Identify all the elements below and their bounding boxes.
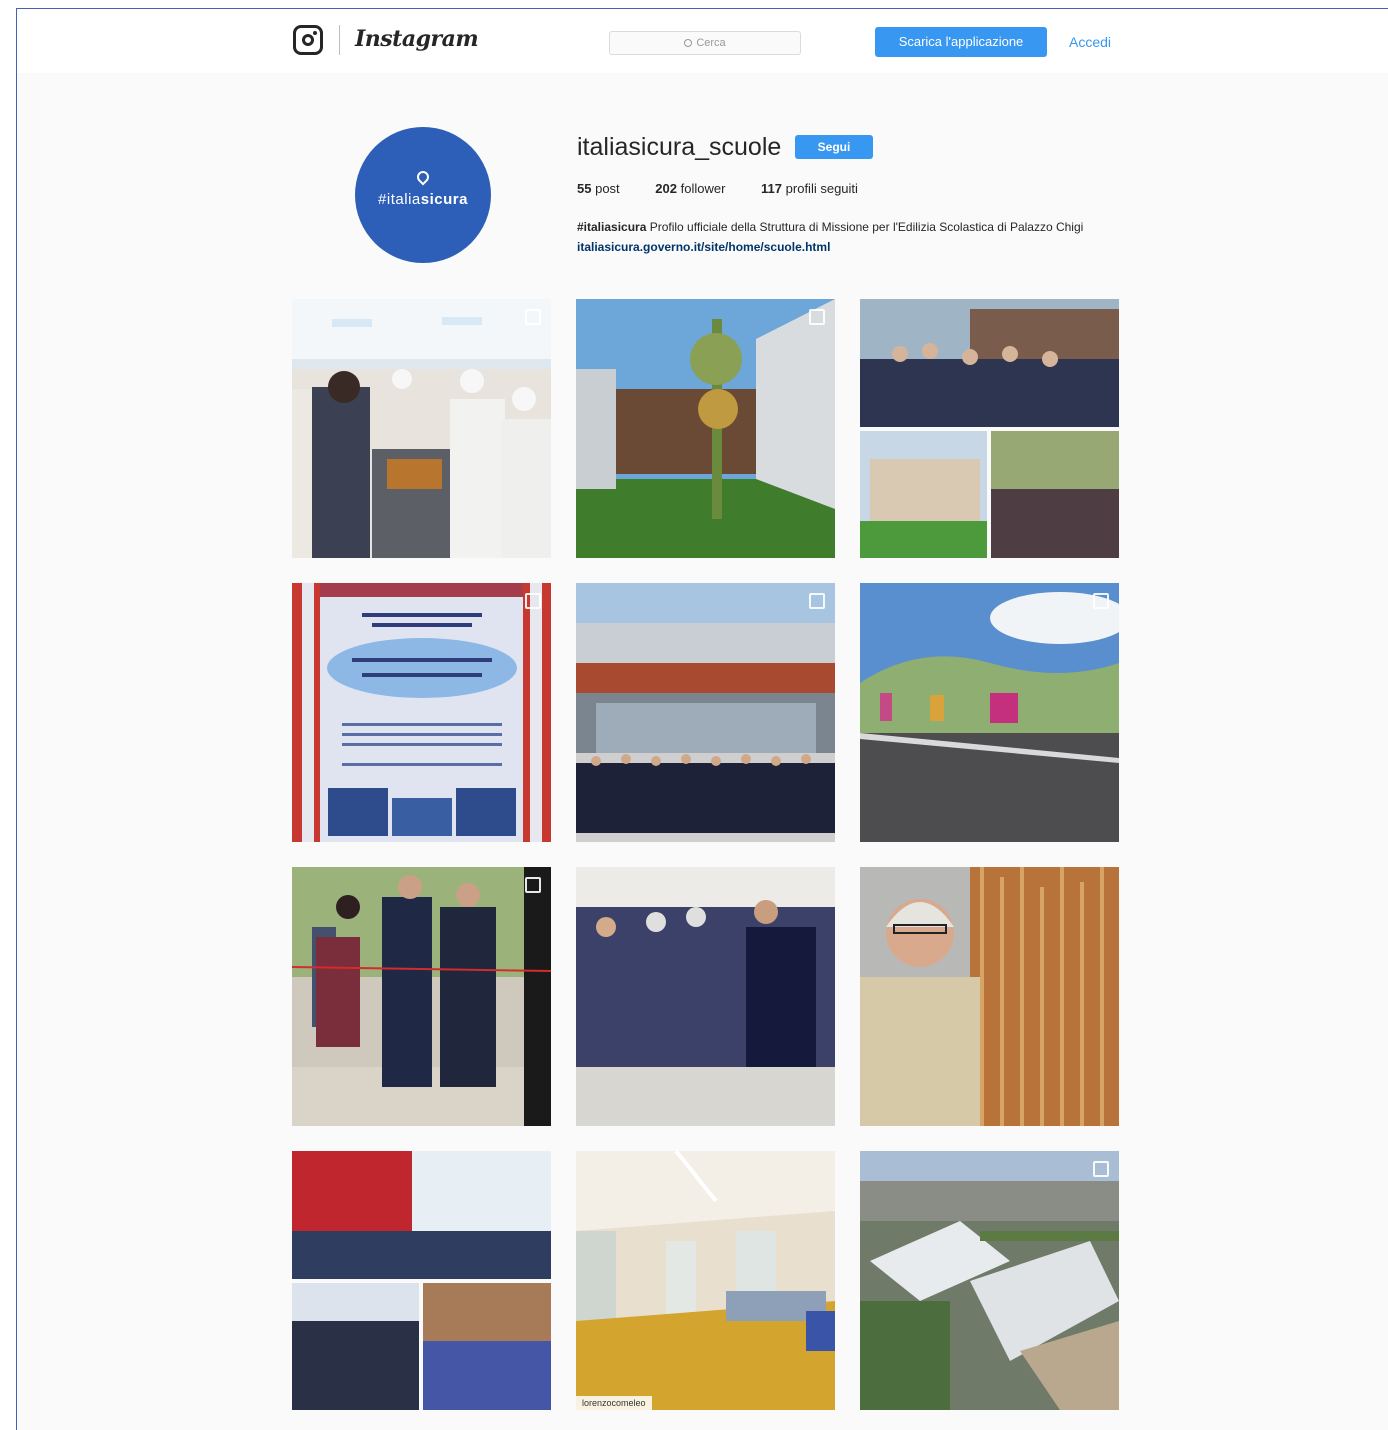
post-image: [860, 867, 1119, 1126]
multiple-photos-icon: [1093, 1161, 1109, 1177]
profile-stats: 55 post 202 follower 117 profili seguiti: [577, 181, 890, 196]
post-thumbnail[interactable]: [576, 299, 835, 558]
search-icon: [684, 39, 693, 47]
post-image: [576, 1151, 835, 1410]
post-thumbnail[interactable]: lorenzocomeleo: [576, 1151, 835, 1410]
download-app-button[interactable]: Scarica l'applicazione: [875, 27, 1047, 57]
post-image: [576, 583, 835, 842]
post-thumbnail[interactable]: [292, 867, 551, 1126]
multiple-photos-icon: [525, 593, 541, 609]
bio-link[interactable]: italiasicura.governo.it/site/home/scuole…: [577, 240, 830, 254]
post-thumbnail[interactable]: [292, 1151, 551, 1410]
post-image: [576, 867, 835, 1126]
post-image: [292, 583, 551, 842]
post-thumbnail[interactable]: [292, 299, 551, 558]
bio-hashtag[interactable]: #italiasicura: [577, 220, 646, 234]
multiple-photos-icon: [1093, 593, 1109, 609]
following-stat[interactable]: 117 profili seguiti: [761, 181, 858, 196]
post-image: [292, 867, 551, 1126]
post-thumbnail[interactable]: [860, 1151, 1119, 1410]
search-placeholder: Cerca: [696, 37, 726, 49]
follow-button[interactable]: Segui: [795, 135, 873, 159]
profile-username: italiasicura_scuole: [577, 133, 782, 161]
location-pin-icon: [414, 168, 432, 186]
posts-grid: lorenzocomeleo: [292, 299, 1119, 1410]
post-image: [292, 1151, 551, 1410]
post-image: [860, 1151, 1119, 1410]
post-image: [292, 299, 551, 558]
followers-stat[interactable]: 202 follower: [655, 181, 725, 196]
instagram-camera-icon[interactable]: [293, 25, 323, 55]
instagram-wordmark[interactable]: Instagram: [355, 26, 479, 52]
multiple-photos-icon: [809, 593, 825, 609]
avatar-logo-text: #italiasicura: [378, 191, 468, 208]
multiple-photos-icon: [525, 877, 541, 893]
posts-stat: 55 post: [577, 181, 620, 196]
search-input[interactable]: Cerca: [609, 31, 801, 55]
profile-avatar[interactable]: #italiasicura: [355, 127, 491, 263]
post-image: [860, 583, 1119, 842]
logo-divider: [339, 25, 340, 55]
post-thumbnail[interactable]: [292, 583, 551, 842]
photo-credit[interactable]: lorenzocomeleo: [576, 1396, 652, 1410]
login-link[interactable]: Accedi: [1069, 34, 1111, 50]
multiple-photos-icon: [809, 309, 825, 325]
post-thumbnail[interactable]: [860, 583, 1119, 842]
profile-bio: #italiasicura Profilo ufficiale della St…: [577, 217, 1123, 257]
browser-frame: Instagram Cerca Scarica l'applicazione A…: [16, 8, 1388, 1430]
post-thumbnail[interactable]: [860, 867, 1119, 1126]
post-image: [576, 299, 835, 558]
post-image: [860, 299, 1119, 558]
top-navigation-bar: Instagram Cerca Scarica l'applicazione A…: [17, 9, 1388, 73]
post-thumbnail[interactable]: [576, 583, 835, 842]
multiple-photos-icon: [525, 309, 541, 325]
post-thumbnail[interactable]: [860, 299, 1119, 558]
post-thumbnail[interactable]: [576, 867, 835, 1126]
bio-text: Profilo ufficiale della Struttura di Mis…: [646, 220, 1084, 234]
